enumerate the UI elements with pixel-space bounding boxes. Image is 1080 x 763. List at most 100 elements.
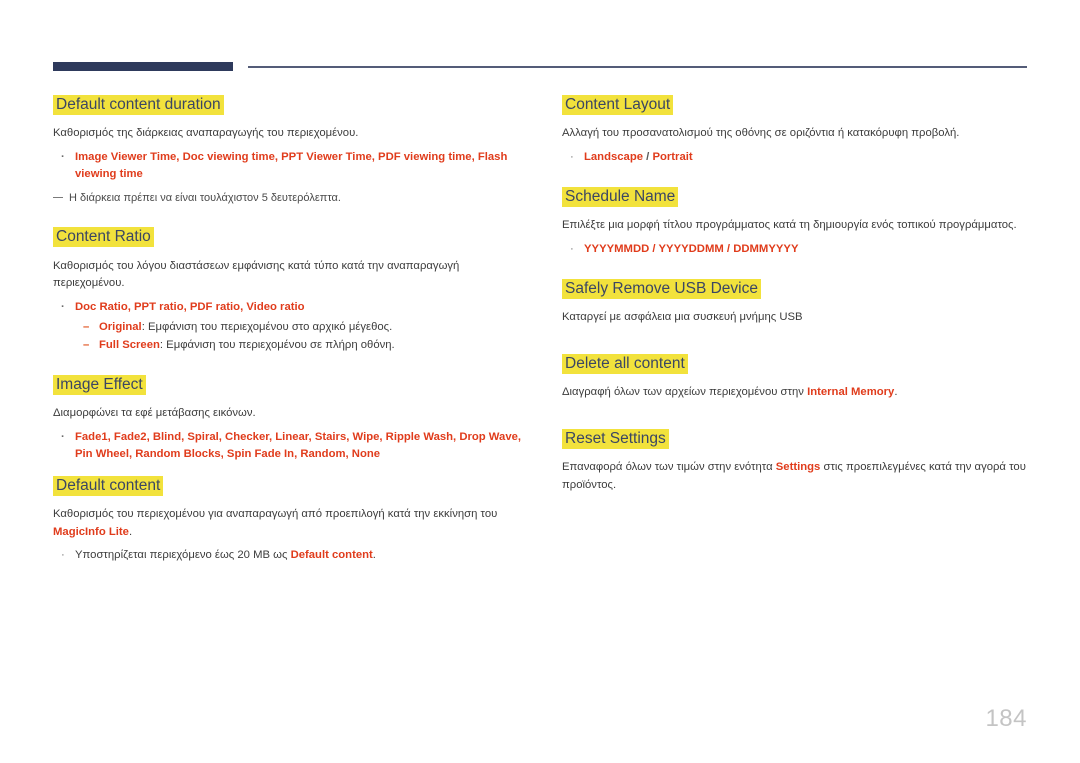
en-dash-icon: – (83, 338, 90, 351)
bullet-dot-icon: · (61, 430, 65, 443)
description-pre: Καθορισμός του περιεχομένου για αναπαραγ… (53, 508, 498, 521)
section-default-content: Default content Καθορισμός του περιεχομέ… (53, 475, 533, 564)
section-description: Διαμορφώνει τα εφέ μετάβασης εικόνων. (53, 407, 256, 420)
option-values: Doc Ratio, PPT ratio, PDF ratio, Video r… (75, 300, 305, 313)
section-default-content-duration: Default content duration Καθορισμός της … (53, 94, 533, 206)
section-heading: Schedule Name (562, 186, 1040, 208)
option-list: · Υποστηρίζεται περιεχόμενο έως 20 MB ως … (53, 547, 533, 564)
description-term: Internal Memory (807, 386, 895, 399)
option-value: YYYYDDMM (658, 242, 724, 255)
list-item: – Full Screen: Εμφάνιση του περιεχομένου … (53, 336, 533, 354)
section-description: Επαναφορά όλων των τιμών στην ενότητα Se… (562, 459, 1040, 494)
description-pre: Διαγραφή όλων των αρχείων περιεχομένου σ… (562, 386, 808, 399)
en-dash-icon: – (83, 320, 90, 333)
section-heading: Default content duration (53, 94, 533, 116)
list-item: · Υποστηρίζεται περιεχόμενο έως 20 MB ως … (53, 547, 533, 564)
description-post: . (128, 525, 133, 538)
heading-highlight: Content Ratio (53, 227, 154, 248)
header-thick-bar (53, 62, 233, 71)
section-heading: Reset Settings (562, 428, 1040, 450)
option-value: Landscape (584, 150, 644, 163)
option-value: YYYYMMDD (584, 242, 650, 255)
heading-highlight: Safely Remove USB Device (562, 278, 761, 299)
bullet-term: Default content (290, 549, 373, 562)
heading-highlight: Reset Settings (562, 428, 669, 449)
sub-option-list: – Original: Εμφάνιση του περιεχομένου στο… (53, 318, 533, 354)
section-heading: Default content (53, 475, 533, 497)
description-post: . (894, 386, 898, 399)
section-delete-all-content: Delete all content Διαγραφή όλων των αρχ… (562, 353, 1040, 402)
note-line: Η διάρκεια πρέπει να είναι τουλάχιστον 5… (53, 190, 533, 207)
option-list: · YYYYMMDD / YYYYDDMM / DDMMYYYY (562, 241, 1040, 258)
option-description: : Εμφάνιση του περιεχομένου σε πλήρη οθό… (159, 338, 395, 351)
option-term: Original (99, 320, 142, 333)
note-dash-icon (53, 196, 63, 199)
page-header-rule (53, 60, 1027, 74)
heading-highlight: Default content (53, 475, 164, 496)
option-list: · Landscape / Portrait (562, 149, 1040, 166)
bullet-post: . (372, 549, 376, 562)
list-item: – Original: Εμφάνιση του περιεχομένου στο… (53, 318, 533, 336)
section-heading: Image Effect (53, 374, 533, 396)
description-pre: Επαναφορά όλων των τιμών στην ενότητα (562, 461, 776, 474)
bullet-dot-icon: · (570, 242, 574, 255)
section-content-layout: Content Layout Αλλαγή του προσανατολισμο… (562, 94, 1040, 166)
option-list: · Fade1, Fade2, Blind, Spiral, Checker, L… (53, 429, 533, 463)
section-description: Καθορισμός του περιεχομένου για αναπαραγ… (53, 506, 533, 541)
heading-highlight: Image Effect (53, 374, 146, 395)
section-description: Καθορισμός του λόγου διαστάσεων εμφάνιση… (53, 259, 460, 290)
section-description: Επιλέξτε μια μορφή τίτλου προγράμματος κ… (562, 219, 1017, 232)
option-separator: / (649, 242, 659, 255)
heading-highlight: Schedule Name (562, 186, 679, 207)
option-values: Image Viewer Time, Doc viewing time, PPT… (75, 150, 508, 180)
option-list: · Doc Ratio, PPT ratio, PDF ratio, Video … (53, 299, 533, 316)
header-thin-line (248, 66, 1027, 68)
bullet-dot-icon: · (61, 549, 65, 562)
section-content-ratio: Content Ratio Καθορισμός του λόγου διαστ… (53, 226, 533, 354)
section-description: Καθορισμός της διάρκειας αναπαραγωγής το… (53, 127, 359, 140)
list-item: · Doc Ratio, PPT ratio, PDF ratio, Video … (53, 299, 533, 316)
option-separator: / (723, 242, 734, 255)
description-term: Settings (775, 461, 821, 474)
description-term: MagicInfo Lite (53, 525, 129, 538)
left-column: Default content duration Καθορισμός της … (53, 94, 533, 564)
section-description: Αλλαγή του προσανατολισμού της οθόνης σε… (562, 127, 960, 140)
note-text: Η διάρκεια πρέπει να είναι τουλάχιστον 5… (69, 191, 341, 204)
option-value: Portrait (652, 150, 693, 163)
heading-highlight: Default content duration (53, 95, 224, 115)
list-item: · Image Viewer Time, Doc viewing time, PP… (53, 149, 533, 183)
bullet-dot-icon: · (61, 150, 65, 163)
right-column: Content Layout Αλλαγή του προσανατολισμο… (562, 94, 1040, 494)
option-term: Full Screen (99, 338, 160, 351)
bullet-dot-icon: · (570, 150, 574, 163)
section-heading: Delete all content (562, 353, 1040, 375)
heading-highlight: Content Layout (562, 95, 674, 115)
section-schedule-name: Schedule Name Επιλέξτε μια μορφή τίτλου … (562, 186, 1040, 258)
bullet-dot-icon: · (61, 300, 65, 313)
list-item: · Landscape / Portrait (562, 149, 1040, 166)
section-safely-remove-usb-device: Safely Remove USB Device Καταργεί με ασφ… (562, 278, 1040, 327)
option-description: : Εμφάνιση του περιεχομένου στο αρχικό μ… (141, 320, 393, 333)
option-value: DDMMYYYY (733, 242, 799, 255)
list-item: · YYYYMMDD / YYYYDDMM / DDMMYYYY (562, 241, 1040, 258)
section-image-effect: Image Effect Διαμορφώνει τα εφέ μετάβαση… (53, 374, 533, 463)
option-values: Fade1, Fade2, Blind, Spiral, Checker, Li… (75, 430, 522, 460)
section-heading: Safely Remove USB Device (562, 278, 1040, 300)
section-description: Διαγραφή όλων των αρχείων περιεχομένου σ… (562, 384, 1040, 402)
section-heading: Content Layout (562, 94, 1040, 116)
bullet-pre: Υποστηρίζεται περιεχόμενο έως 20 MB ως (75, 549, 291, 562)
section-reset-settings: Reset Settings Επαναφορά όλων των τιμών … (562, 428, 1040, 494)
page-number: 184 (985, 705, 1027, 732)
heading-highlight: Delete all content (562, 353, 688, 374)
list-item: · Fade1, Fade2, Blind, Spiral, Checker, L… (53, 429, 533, 463)
section-description: Καταργεί με ασφάλεια μια συσκευή μνήμης … (562, 311, 803, 324)
section-heading: Content Ratio (53, 226, 533, 248)
option-list: · Image Viewer Time, Doc viewing time, PP… (53, 149, 533, 183)
